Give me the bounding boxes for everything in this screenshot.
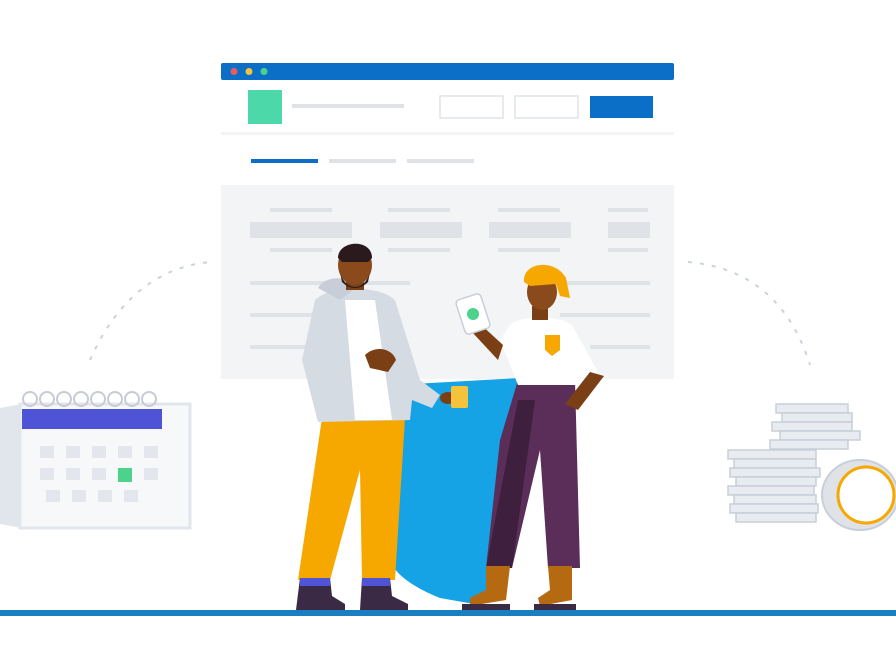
calendar-icon [0,391,192,530]
calendar-header-bar [22,409,162,429]
dashed-arc-left [89,261,211,361]
site-title-placeholder [292,104,404,108]
logo-tile [248,90,282,124]
coin-face [836,465,896,525]
ground-line [0,610,896,616]
man-pants [298,418,405,580]
dashed-arc-right [687,261,811,366]
window-minimize-dot [245,68,253,75]
coin-stack-icon [727,403,896,531]
browser-title-bar [221,63,674,80]
window-maximize-dot [260,68,268,75]
browser-window [221,63,674,379]
window-close-dot [230,68,238,75]
tab-active[interactable] [251,159,318,163]
tab-2[interactable] [329,159,396,163]
illustration-scene [0,0,896,660]
tab-3[interactable] [407,159,474,163]
coffee-cup-icon [451,386,468,408]
primary-button[interactable] [590,96,653,118]
outline-button-1[interactable] [439,95,504,119]
calendar-highlighted-day [118,468,132,482]
outline-button-2[interactable] [514,95,579,119]
